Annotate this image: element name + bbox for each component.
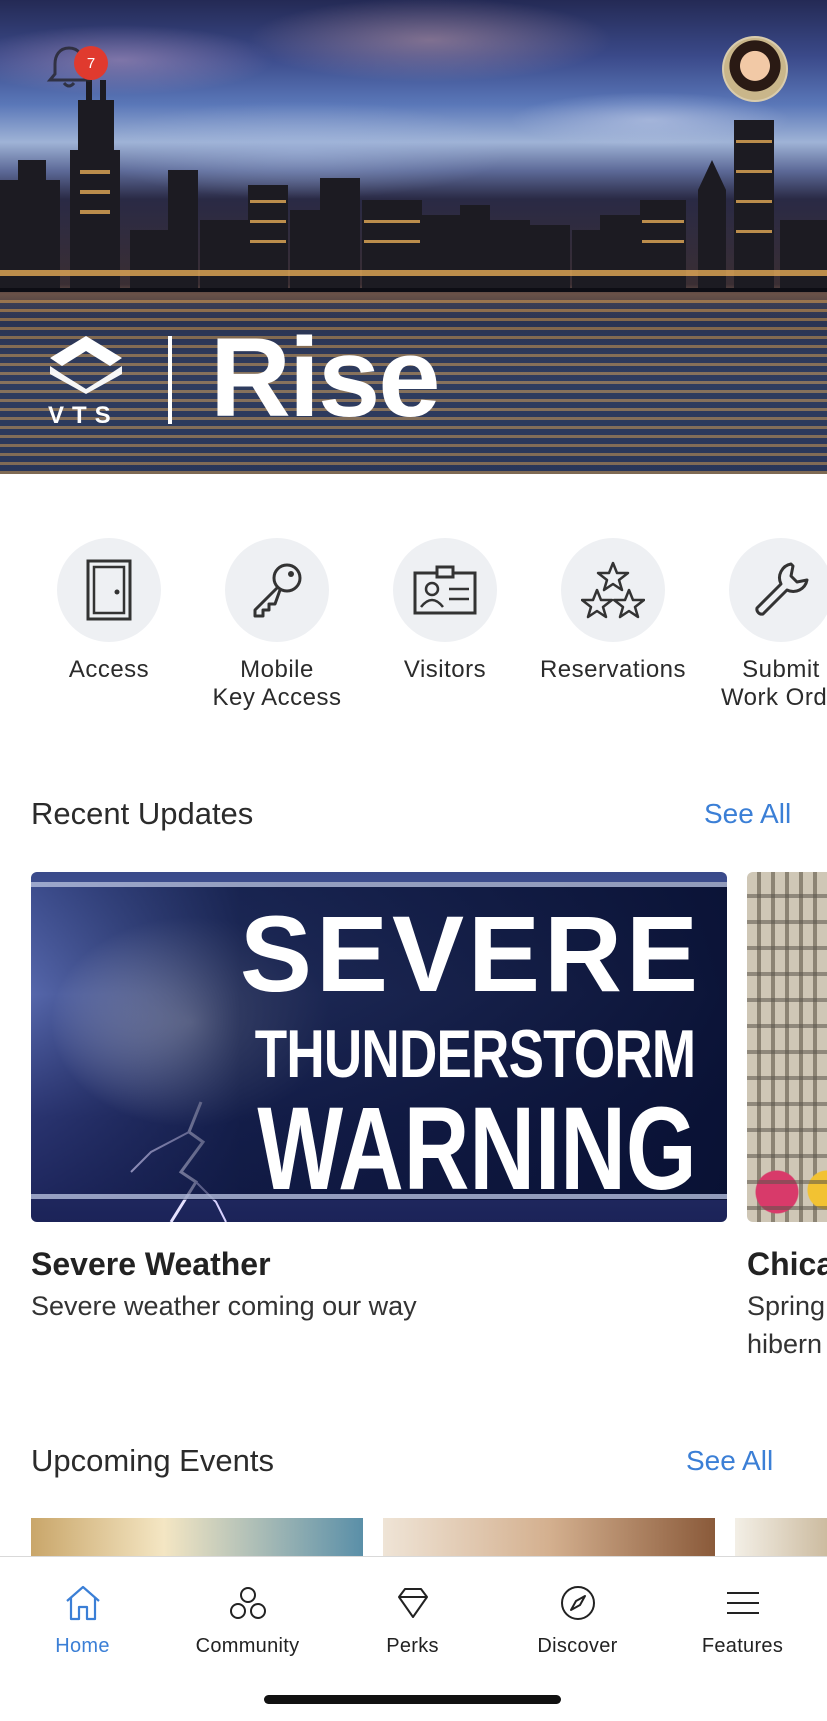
quick-action-label: Access (68, 656, 150, 683)
quick-action-label: Mobile Key Access (212, 656, 342, 711)
tab-label: Perks (386, 1635, 439, 1657)
brand-name: Rise (210, 315, 441, 440)
tab-home[interactable]: Home (0, 1579, 165, 1658)
quick-action-mobile-key[interactable]: Mobile Key Access (193, 538, 361, 712)
tab-community[interactable]: Community (165, 1579, 330, 1658)
notifications-button[interactable]: 7 (44, 42, 108, 92)
quick-action-access[interactable]: Access (25, 538, 193, 684)
tab-label: Features (701, 1635, 784, 1657)
quick-action-label: Reservations (539, 656, 687, 683)
image-text-severe: SEVERE (239, 893, 703, 1014)
stars-icon (581, 561, 645, 619)
upcoming-events-title: Upcoming Events (31, 1443, 274, 1478)
tab-features[interactable]: Features (660, 1579, 825, 1658)
quick-actions: Access Mobile Key Access Visitors Reserv… (0, 538, 827, 718)
key-icon (253, 563, 302, 618)
brand-small: VTS (48, 402, 119, 429)
vts-logo-icon (50, 336, 122, 394)
hero-banner: 7 VTS Rise (0, 0, 827, 474)
tab-discover[interactable]: Discover (495, 1579, 660, 1658)
diamond-icon (397, 1588, 428, 1618)
tab-label: Home (55, 1635, 110, 1657)
tab-label: Community (195, 1635, 300, 1657)
avatar[interactable] (722, 36, 788, 102)
update-card-image[interactable]: SEVERE THUNDERSTORM WARNING (31, 872, 727, 1222)
band-line-top (31, 882, 727, 887)
quick-action-reservations[interactable]: Reservations (529, 538, 697, 684)
update-card-title[interactable]: Severe Weather (31, 1246, 271, 1283)
recent-updates-title: Recent Updates (31, 796, 254, 831)
menu-icon (726, 1592, 759, 1614)
update-card-title-2[interactable]: Chica (747, 1246, 827, 1283)
quick-action-circle (57, 538, 161, 642)
community-icon (229, 1587, 266, 1619)
event-card-image[interactable] (31, 1518, 363, 1558)
quick-action-label: Visitors (403, 656, 487, 683)
update-card-text-2-line1: Spring (747, 1291, 826, 1321)
quick-action-circle (729, 538, 827, 642)
event-card-image[interactable] (735, 1518, 827, 1558)
update-card-image-2[interactable] (747, 872, 827, 1222)
quick-action-label: Submit Work Orde (720, 656, 827, 711)
quick-action-visitors[interactable]: Visitors (361, 538, 529, 684)
update-card-text: Severe weather coming our way (31, 1291, 417, 1321)
brand-divider (168, 336, 172, 424)
compass-icon (560, 1586, 595, 1620)
upcoming-events-see-all[interactable]: See All (686, 1445, 773, 1477)
quick-action-circle (225, 538, 329, 642)
quick-action-circle (561, 538, 665, 642)
door-icon (86, 559, 132, 621)
recent-updates-see-all[interactable]: See All (704, 798, 791, 830)
quick-action-circle (393, 538, 497, 642)
tab-perks[interactable]: Perks (330, 1579, 495, 1658)
tab-label: Discover (537, 1635, 618, 1657)
wrench-icon (755, 562, 809, 616)
home-icon (65, 1585, 100, 1621)
image-text-warning: WARNING (257, 1083, 697, 1215)
home-indicator[interactable] (264, 1695, 561, 1704)
quick-action-work-order[interactable]: Submit Work Orde (697, 538, 827, 712)
event-card-image[interactable] (383, 1518, 715, 1558)
notification-badge: 7 (74, 46, 108, 80)
update-card-text-2-line2: hibern (747, 1329, 823, 1359)
id-card-icon (413, 565, 477, 615)
image-text-thunderstorm: THUNDERSTORM (254, 1016, 696, 1092)
